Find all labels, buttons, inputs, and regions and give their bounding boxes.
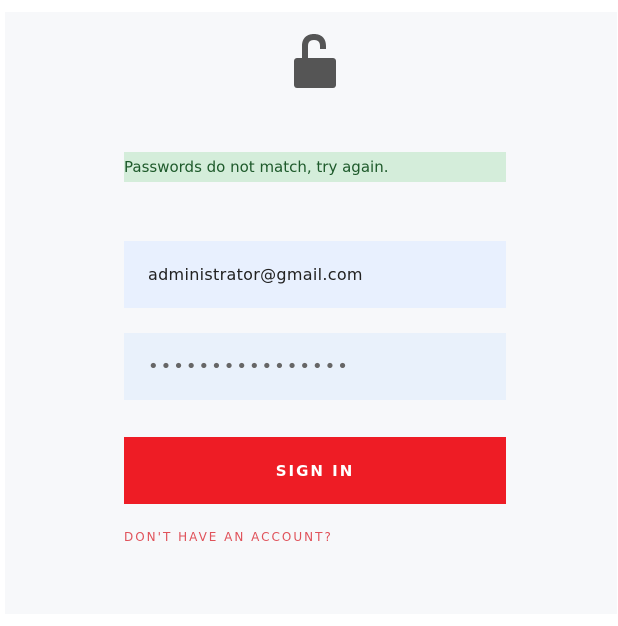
email-input[interactable]: [124, 241, 506, 308]
unlocked-padlock-icon: [292, 32, 338, 88]
password-input[interactable]: [124, 333, 506, 400]
sign-in-button[interactable]: SIGN IN: [124, 437, 506, 504]
create-account-link[interactable]: DON'T HAVE AN ACCOUNT?: [124, 530, 333, 544]
error-alert: Passwords do not match, try again.: [124, 152, 506, 182]
error-alert-message: Passwords do not match, try again.: [124, 158, 389, 176]
login-panel: Passwords do not match, try again. SIGN …: [5, 12, 617, 614]
